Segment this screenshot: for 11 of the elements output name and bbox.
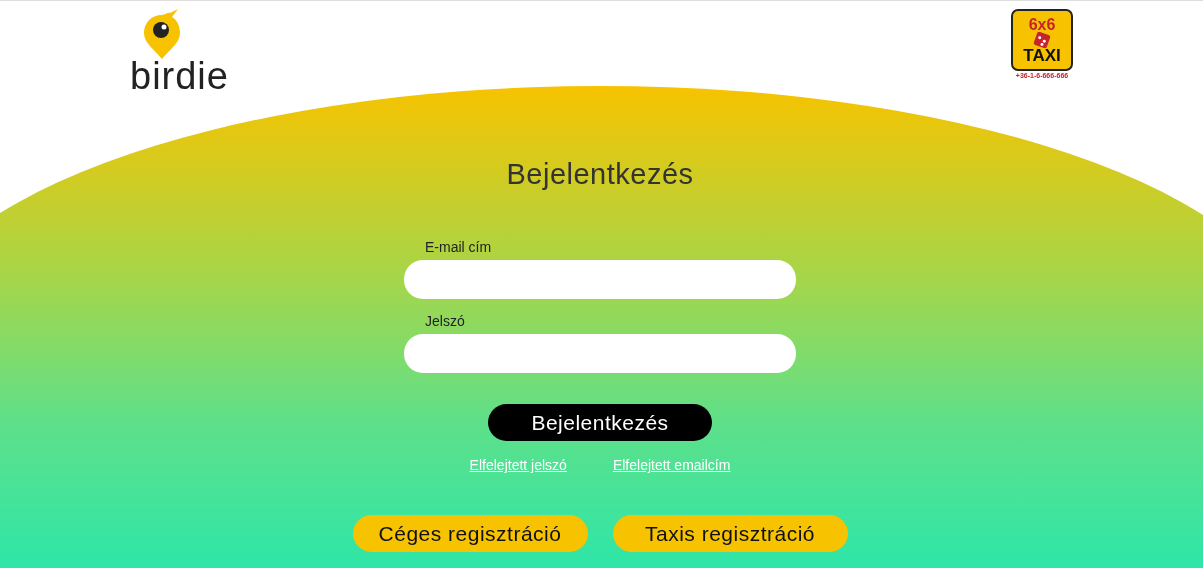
taxi-logo: 6x6 TAXI: [1011, 9, 1073, 71]
brand-name: birdie: [130, 59, 229, 93]
input-field[interactable]: [404, 334, 796, 373]
input-field[interactable]: [404, 260, 796, 299]
field-label: E-mail cím: [425, 239, 493, 255]
bird-pin-icon: [142, 9, 182, 59]
registration-button[interactable]: Céges regisztráció: [352, 515, 588, 552]
login-title: Bejelentkezés: [506, 158, 694, 191]
field-label: Jelszó: [425, 313, 466, 329]
login-button[interactable]: Bejelentkezés: [488, 404, 712, 441]
registration-button[interactable]: Taxis regisztráció: [612, 515, 848, 552]
